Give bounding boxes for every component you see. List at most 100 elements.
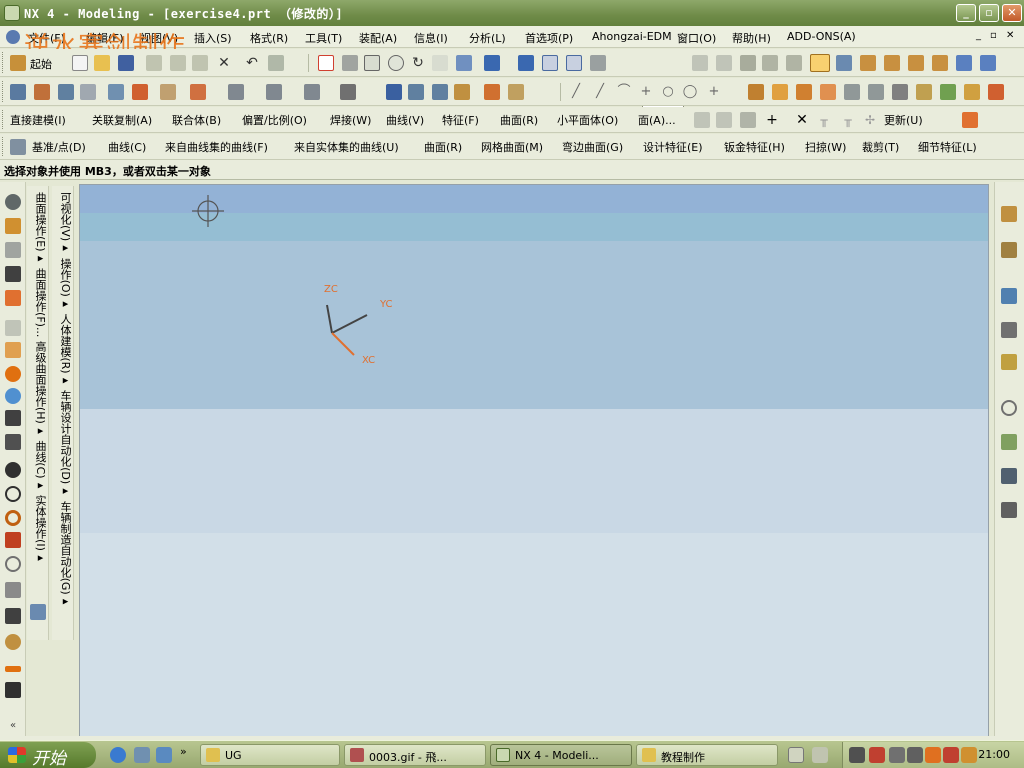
edit-tool-icon[interactable] [740, 112, 756, 128]
tray-icon-2[interactable] [869, 747, 885, 763]
unite-icon[interactable] [386, 84, 402, 100]
save-icon[interactable] [118, 55, 134, 71]
start-icon[interactable] [10, 55, 26, 71]
blue-shape-icon[interactable] [5, 388, 21, 404]
menu-mesh-surface[interactable]: 网格曲面(M) [481, 139, 543, 155]
snap-point-icon[interactable] [836, 55, 852, 71]
task-ug[interactable]: UG [200, 744, 340, 766]
menu-trim[interactable]: 裁剪(T) [862, 139, 899, 155]
orange-dot-icon[interactable] [5, 366, 21, 382]
maximize-button[interactable]: ▫ [979, 4, 999, 22]
blend-icon[interactable] [160, 84, 176, 100]
layer-category-icon[interactable] [786, 55, 802, 71]
tray-icon-3[interactable] [889, 747, 905, 763]
fit-view-icon[interactable] [318, 55, 334, 71]
menu-face[interactable]: 面(A)... [638, 112, 676, 128]
desktop-icon[interactable] [134, 747, 150, 763]
tray-icon-1[interactable] [849, 747, 865, 763]
menu-information[interactable]: 信息(I) [414, 30, 448, 46]
menu-feature[interactable]: 特征(F) [442, 112, 479, 128]
menu-direct-modeling[interactable]: 直接建模(I) [10, 112, 66, 128]
delete-icon[interactable]: ✕ [216, 55, 232, 71]
menu-datum-point[interactable]: 基准/点(D) [32, 139, 86, 155]
arc-icon[interactable]: ⌒ [616, 84, 632, 100]
menu-detail-feature[interactable]: 细节特征(L) [918, 139, 977, 155]
revolve-icon[interactable] [58, 84, 74, 100]
stand-icon[interactable] [5, 290, 21, 306]
menu-combine-bodies[interactable]: 联合体(B) [172, 112, 221, 128]
end-point-icon[interactable] [860, 55, 876, 71]
cut-icon[interactable] [146, 55, 162, 71]
menu-surface-2[interactable]: 曲面(R) [424, 139, 462, 155]
perspective-icon[interactable] [456, 55, 472, 71]
t-shape-icon[interactable] [5, 266, 21, 282]
menu-ahongzai-edm[interactable]: Ahongzai-EDM [592, 30, 672, 43]
copy-to-layer-icon[interactable] [762, 55, 778, 71]
task-nx4[interactable]: NX 4 - Modeli... [490, 744, 632, 766]
tray-icon-5[interactable] [925, 747, 941, 763]
nx-app-icon[interactable] [4, 5, 20, 21]
render-icon[interactable] [962, 112, 978, 128]
mirror-icon[interactable] [484, 84, 500, 100]
menu-offset-scale[interactable]: 偏置/比例(O) [242, 112, 307, 128]
roles-icon[interactable] [1001, 502, 1017, 518]
magnify-icon[interactable] [388, 55, 404, 71]
move-to-layer-icon[interactable] [740, 55, 756, 71]
view-orientation-icon[interactable] [590, 55, 606, 71]
tube-icon[interactable] [916, 84, 932, 100]
doc-minimize-button[interactable]: _ [976, 30, 981, 41]
zoom-region-icon[interactable] [342, 55, 358, 71]
remove-icon[interactable]: ✕ [794, 112, 810, 128]
menu-update[interactable]: 更新(U) [884, 112, 923, 128]
wcs-triad[interactable] [326, 304, 368, 356]
intersection-point-icon[interactable] [932, 55, 948, 71]
point-icon[interactable]: + [638, 84, 654, 100]
thicken-icon[interactable] [716, 112, 732, 128]
expand-chevron-icon[interactable]: « [5, 718, 21, 734]
history-icon[interactable] [1001, 322, 1017, 338]
language-icon[interactable] [812, 747, 828, 763]
menu-curve-from-bodies[interactable]: 来自实体集的曲线(U) [294, 139, 399, 155]
ring-icon[interactable] [5, 486, 21, 502]
sweep-icon[interactable] [80, 84, 96, 100]
doc-close-button[interactable]: ✕ [1006, 30, 1014, 41]
wireframe-icon[interactable] [542, 55, 558, 71]
subtract-icon[interactable] [408, 84, 424, 100]
gear-icon[interactable] [5, 556, 21, 572]
assembly-navigator-icon[interactable] [1001, 206, 1017, 222]
part-navigator-icon[interactable] [1001, 242, 1017, 258]
shaded-edges-icon[interactable] [518, 55, 534, 71]
circle-icon[interactable]: ○ [660, 84, 676, 100]
bar-icon[interactable] [5, 666, 21, 672]
menu-curve[interactable]: 曲线(V) [386, 112, 424, 128]
vertical-toolbar-icon[interactable] [30, 604, 46, 620]
mid-point-icon[interactable] [884, 55, 900, 71]
start-menu-label[interactable]: 起始 [30, 56, 52, 72]
menu-surface[interactable]: 曲面(R) [500, 112, 538, 128]
keyboard-icon[interactable] [788, 747, 804, 763]
cylinder-icon[interactable] [844, 84, 860, 100]
extrude-icon[interactable] [34, 84, 50, 100]
new-file-icon[interactable] [72, 55, 88, 71]
start-button[interactable]: 开始 [0, 742, 96, 768]
face-edit-icon[interactable] [694, 112, 710, 128]
arc-center-icon[interactable] [956, 55, 972, 71]
chamfer-icon[interactable] [190, 84, 206, 100]
tray-icon-4[interactable] [907, 747, 923, 763]
hole-icon[interactable] [108, 84, 124, 100]
zoom-icon[interactable] [364, 55, 380, 71]
surface-operations-labels[interactable]: 曲面操作(E)▸ 曲面操作(F)... 高级曲面操作(H)▸ 曲线(C)▸ 实体… [32, 192, 48, 564]
control-point-icon[interactable] [908, 55, 924, 71]
arrow-tool-icon[interactable] [5, 582, 21, 598]
pocket-icon[interactable] [940, 84, 956, 100]
menu-weld[interactable]: 焊接(W) [330, 112, 371, 128]
ruler-icon[interactable] [5, 242, 21, 258]
menu-insert[interactable]: 插入(S) [194, 30, 232, 46]
offset-face-icon[interactable] [304, 84, 320, 100]
instance-icon[interactable] [454, 84, 470, 100]
red-tool-icon[interactable] [5, 532, 21, 548]
visible-in-view-icon[interactable] [716, 55, 732, 71]
datum-axis-icon[interactable] [772, 84, 788, 100]
dark-disc-icon[interactable] [5, 462, 21, 478]
update-arrow-icon[interactable]: ✢ [862, 112, 878, 128]
